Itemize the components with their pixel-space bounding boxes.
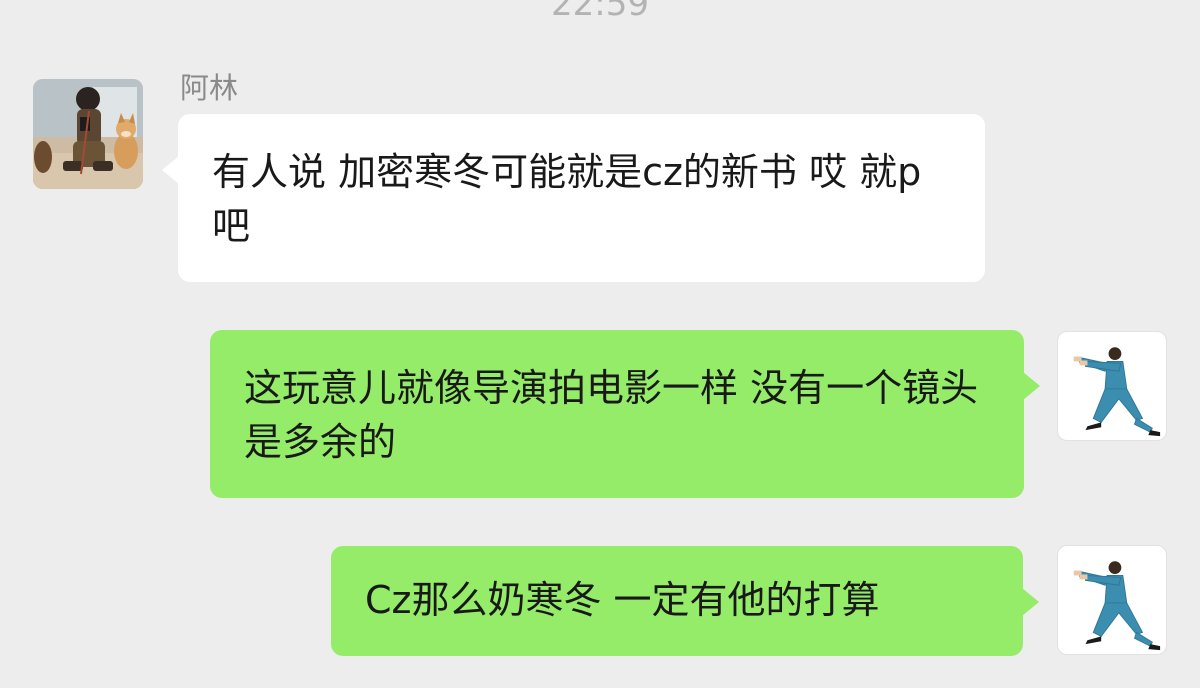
message-text: 这玩意儿就像导演拍电影一样 没有一个镜头是多余的: [244, 366, 979, 464]
message-text: Cz那么奶寒冬 一定有他的打算: [365, 578, 880, 622]
taichi-figure-icon: [1073, 347, 1161, 437]
incoming-message-bubble[interactable]: 有人说 加密寒冬可能就是cz的新书 哎 就p吧: [162, 114, 985, 282]
message-text: 有人说 加密寒冬可能就是cz的新书 哎 就p吧: [212, 150, 922, 248]
taichi-figure-icon: [1073, 561, 1161, 651]
my-avatar[interactable]: [1057, 545, 1167, 655]
message-timestamp: 22:59: [551, 0, 649, 24]
my-avatar[interactable]: [1057, 331, 1167, 441]
sender-name: 阿林: [180, 71, 239, 105]
person-with-dog-photo-icon: [33, 79, 143, 189]
outgoing-message-bubble[interactable]: 这玩意儿就像导演拍电影一样 没有一个镜头是多余的: [210, 330, 1040, 498]
contact-avatar[interactable]: [33, 79, 143, 189]
outgoing-message-bubble[interactable]: Cz那么奶寒冬 一定有他的打算: [331, 546, 1039, 656]
